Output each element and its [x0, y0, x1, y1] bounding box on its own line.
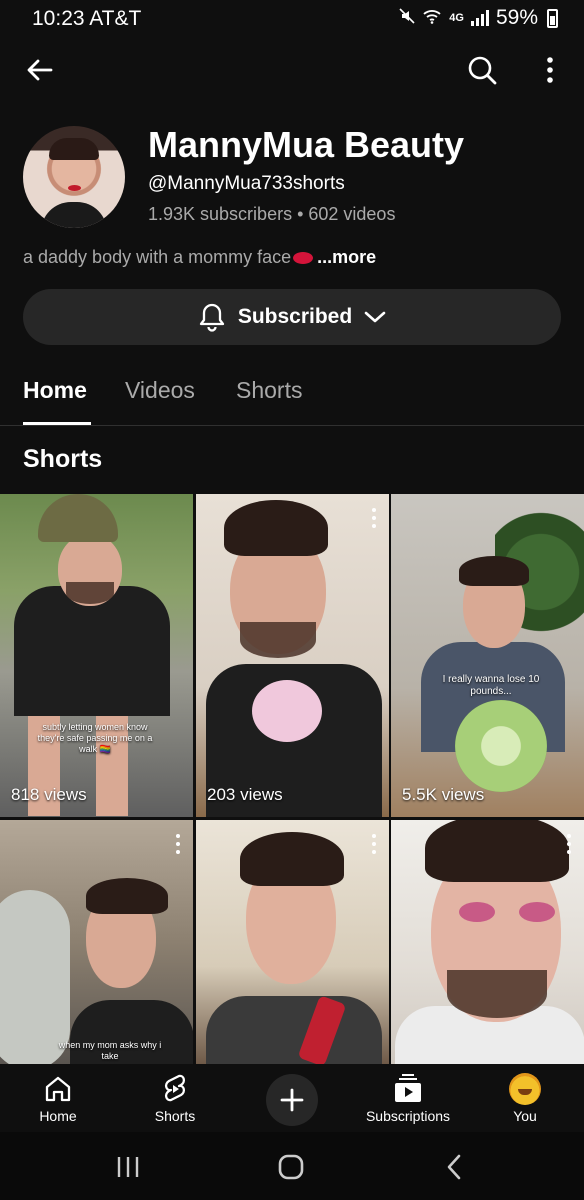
- bottom-navigation: Home Shorts Subscriptions You: [0, 1064, 584, 1132]
- short-caption: I really wanna lose 10 pounds...: [442, 674, 540, 697]
- nav-subscriptions[interactable]: Subscriptions: [353, 1064, 463, 1132]
- short-views: 203 views: [207, 785, 283, 804]
- nav-home[interactable]: Home: [3, 1064, 113, 1132]
- tab-videos[interactable]: Videos: [125, 377, 195, 404]
- wifi-icon: [422, 8, 442, 28]
- battery-percent: 59%: [495, 6, 538, 29]
- avatar-hair: [49, 138, 99, 160]
- search-button[interactable]: [460, 48, 504, 92]
- thumbnail-hair: [86, 878, 168, 914]
- eyeshadow: [519, 902, 555, 922]
- create-button[interactable]: [266, 1074, 318, 1126]
- back-button[interactable]: [18, 48, 62, 92]
- thumbnail-hair: [240, 832, 344, 886]
- thumbnail-beard: [447, 970, 547, 1018]
- kiss-emoji-icon: [293, 252, 314, 265]
- subscribed-button[interactable]: Subscribed: [23, 289, 561, 345]
- nav-home-label: Home: [39, 1108, 77, 1124]
- tab-shorts[interactable]: Shorts: [236, 377, 302, 404]
- cap-shape: [38, 494, 118, 542]
- more-options-button[interactable]: [532, 48, 568, 92]
- short-thumbnail[interactable]: when my mom asks why i take: [0, 820, 193, 1064]
- short-thumbnail[interactable]: [391, 820, 584, 1064]
- bell-icon: [199, 303, 224, 332]
- home-icon: [45, 1076, 71, 1102]
- channel-tabs: Home Videos Shorts: [0, 360, 584, 426]
- thumbnail-hair: [459, 556, 529, 586]
- blanket: [0, 890, 70, 1064]
- more-vertical-icon: [547, 57, 553, 83]
- tab-home[interactable]: Home: [23, 377, 87, 404]
- nav-shorts-label: Shorts: [154, 1108, 196, 1124]
- battery-icon: [547, 8, 558, 28]
- signal-icon: [470, 10, 489, 26]
- recent-apps-button[interactable]: [112, 1152, 144, 1182]
- thumbnail-hair: [224, 500, 328, 556]
- section-title: Shorts: [23, 445, 103, 473]
- more-link[interactable]: ...more: [317, 247, 376, 267]
- back-arrow-icon: [27, 59, 53, 81]
- avatar-shirt: [41, 202, 107, 228]
- nav-you-label: You: [513, 1108, 537, 1124]
- channel-name: MannyMua Beauty: [148, 124, 465, 165]
- subscriptions-icon: [395, 1074, 421, 1102]
- channel-description[interactable]: a daddy body with a mommy face ...more: [23, 247, 376, 268]
- short-thumbnail[interactable]: I really wanna lose 10 pounds... 5.5K vi…: [391, 494, 584, 817]
- top-app-bar: [0, 46, 584, 92]
- short-caption: when my mom asks why i take: [58, 1040, 162, 1061]
- product-jar: [252, 680, 322, 742]
- mute-icon: [399, 8, 415, 28]
- eyeshadow: [459, 902, 495, 922]
- status-icons: 4G 59%: [399, 6, 558, 30]
- thumbnail-beard: [240, 622, 316, 658]
- plus-icon: [280, 1088, 304, 1112]
- short-views: 818 views: [11, 785, 87, 804]
- status-bar: 10:23 AT&T 4G 59%: [0, 0, 584, 40]
- short-more-button[interactable]: [369, 508, 379, 528]
- recent-apps-icon: [117, 1157, 139, 1177]
- thumbnail-hair: [425, 820, 569, 882]
- nav-shorts[interactable]: Shorts: [120, 1064, 230, 1132]
- system-navigation-bar: [0, 1132, 584, 1200]
- subscribed-label: Subscribed: [237, 305, 353, 328]
- shorts-icon: [164, 1074, 186, 1102]
- short-caption: subtly letting women know they're safe p…: [37, 722, 153, 754]
- status-time: 10:23 AT&T: [32, 7, 142, 30]
- short-thumbnail[interactable]: [196, 820, 389, 1064]
- active-tab-indicator: [23, 422, 91, 425]
- short-more-button[interactable]: [369, 834, 379, 854]
- chevron-down-icon: [364, 311, 386, 323]
- short-more-button[interactable]: [173, 834, 183, 854]
- short-more-button[interactable]: [564, 834, 574, 854]
- system-home-button[interactable]: [276, 1152, 306, 1182]
- description-text: a daddy body with a mommy face: [23, 247, 292, 267]
- thumbnail-figure: [206, 996, 382, 1064]
- channel-stats: 1.93K subscribers • 602 videos: [148, 204, 396, 224]
- avatar-lips: [68, 185, 81, 191]
- network-type-label: 4G: [449, 12, 464, 24]
- nav-you[interactable]: You: [470, 1064, 580, 1132]
- nav-subscriptions-label: Subscriptions: [365, 1108, 451, 1124]
- search-icon: [468, 56, 497, 85]
- short-views: 5.5K views: [402, 785, 485, 804]
- system-back-button[interactable]: [442, 1152, 466, 1182]
- channel-avatar[interactable]: [23, 126, 125, 228]
- system-back-icon: [447, 1154, 461, 1180]
- thumbnail-beard: [66, 582, 114, 604]
- short-thumbnail[interactable]: subtly letting women know they're safe p…: [0, 494, 193, 817]
- lettuce: [455, 700, 547, 792]
- you-avatar-icon: [509, 1073, 541, 1105]
- channel-handle: @MannyMua733shorts: [148, 173, 345, 194]
- short-thumbnail[interactable]: 203 views: [196, 494, 389, 817]
- system-home-icon: [278, 1154, 304, 1180]
